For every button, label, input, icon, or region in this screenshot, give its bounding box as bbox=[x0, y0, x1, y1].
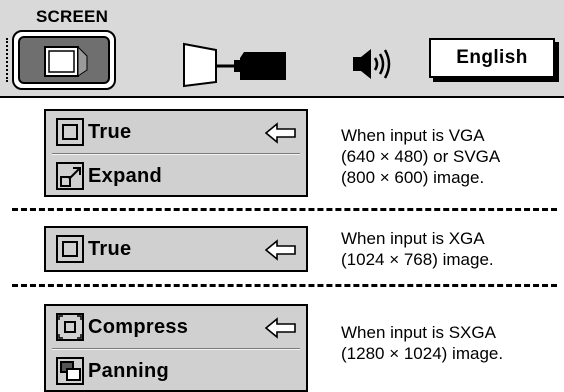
option-true[interactable]: True bbox=[56, 231, 131, 267]
option-label: Panning bbox=[88, 359, 169, 382]
selected-arrow-icon bbox=[265, 317, 296, 339]
section-separator bbox=[12, 284, 557, 287]
expand-icon bbox=[56, 162, 84, 190]
option-true[interactable]: True bbox=[56, 114, 131, 150]
description-line: (1024 × 768) image. bbox=[341, 250, 494, 269]
description-line: (640 × 480) or SVGA bbox=[341, 147, 501, 166]
selected-arrow-icon bbox=[265, 122, 296, 144]
description-xga: When input is XGA (1024 × 768) image. bbox=[341, 228, 494, 270]
panning-icon bbox=[56, 357, 84, 385]
option-panel-xga: True bbox=[44, 226, 308, 272]
selected-arrow-icon bbox=[265, 239, 296, 261]
option-expand[interactable]: Expand bbox=[56, 158, 162, 194]
option-label: Expand bbox=[88, 164, 163, 187]
screen-menu-button-selected bbox=[18, 36, 110, 84]
projector-icon[interactable] bbox=[182, 42, 294, 88]
screen-icon bbox=[44, 45, 88, 77]
description-line: When input is VGA bbox=[341, 126, 485, 145]
language-button[interactable]: English bbox=[429, 38, 555, 78]
option-divider bbox=[52, 153, 300, 155]
true-icon bbox=[56, 235, 84, 263]
option-label: True bbox=[88, 120, 132, 143]
description-line: When input is SXGA bbox=[341, 323, 496, 342]
option-panel-vga: True Expand bbox=[44, 109, 308, 197]
true-icon bbox=[56, 118, 84, 146]
option-compress[interactable]: Compress bbox=[56, 309, 188, 345]
description-sxga: When input is SXGA (1280 × 1024) image. bbox=[341, 322, 503, 364]
menu-bar: SCREEN English bbox=[0, 0, 564, 98]
option-label: True bbox=[88, 237, 132, 260]
description-line: When input is XGA bbox=[341, 229, 485, 248]
option-panning[interactable]: Panning bbox=[56, 353, 169, 389]
compress-icon bbox=[56, 313, 84, 341]
option-divider bbox=[52, 348, 300, 350]
description-line: (1280 × 1024) image. bbox=[341, 344, 504, 363]
description-line: (800 × 600) image. bbox=[341, 168, 485, 187]
menu-title: SCREEN bbox=[36, 7, 109, 26]
option-label: Compress bbox=[88, 315, 189, 338]
section-separator bbox=[12, 208, 557, 211]
description-vga: When input is VGA (640 × 480) or SVGA (8… bbox=[341, 125, 500, 188]
option-panel-sxga: Compress Panning bbox=[44, 304, 308, 392]
screen-menu-button[interactable] bbox=[12, 30, 116, 90]
menu-scroll-edge bbox=[0, 38, 8, 82]
speaker-icon[interactable] bbox=[351, 45, 395, 83]
